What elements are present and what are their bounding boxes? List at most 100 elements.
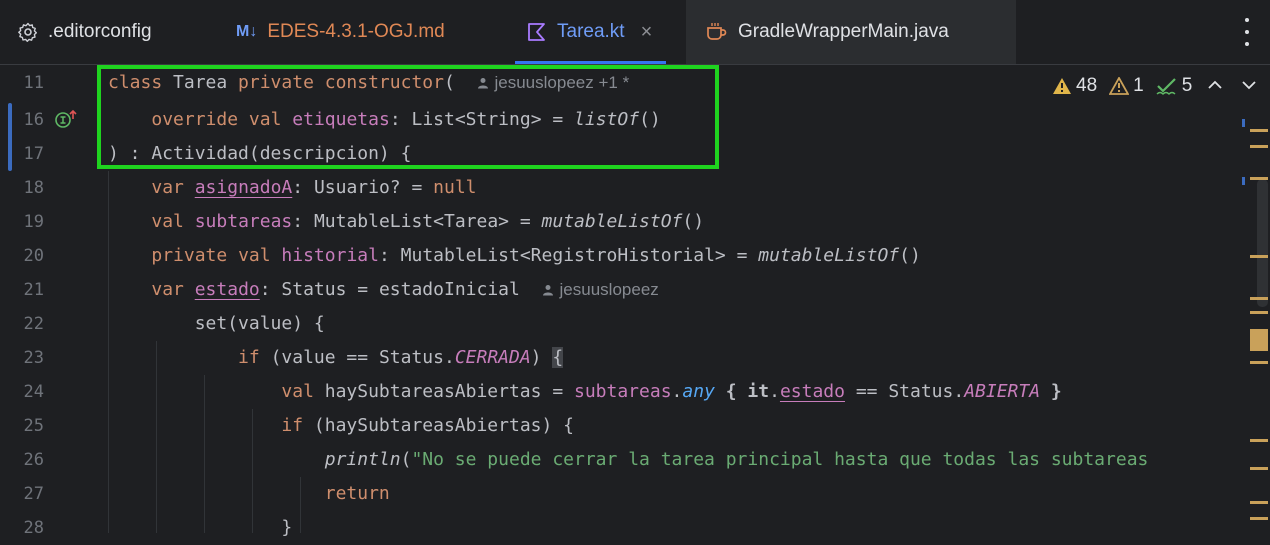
type-expr: : Usuario? = — [292, 177, 434, 198]
type-expr: : MutableList<Tarea> = — [292, 211, 542, 232]
warning-stripe-marker[interactable] — [1250, 361, 1268, 364]
chevron-up-icon[interactable] — [1208, 77, 1222, 95]
tab-label: GradleWrapperMain.java — [738, 21, 949, 42]
property-name: estado — [779, 381, 845, 402]
weak-warning-icon — [1109, 77, 1130, 95]
typo-count: 5 — [1181, 75, 1193, 96]
warning-stripe-marker[interactable] — [1250, 467, 1268, 470]
warning-stripe-marker[interactable] — [1250, 129, 1268, 132]
line-number: 19 — [23, 212, 44, 232]
keyword: var — [151, 177, 184, 198]
code-line-19: val subtareas: MutableList<Tarea> = muta… — [108, 205, 704, 239]
editor-tab-bar: .editorconfig M↓ EDES-4.3.1-OGJ.md Tarea… — [0, 0, 1270, 65]
line-number: 20 — [23, 246, 44, 266]
property-name: asignadoA — [194, 177, 293, 198]
matched-brace: { — [552, 347, 564, 368]
check-spelling-icon — [1156, 78, 1176, 95]
property-name: historial — [281, 245, 379, 266]
line-number: 21 — [23, 280, 44, 300]
code-text: == Status. — [844, 381, 965, 402]
code-line-28: } — [108, 511, 292, 545]
tab-label: EDES-4.3.1-OGJ.md — [267, 21, 445, 42]
code-text: (haySubtareasAbiertas) { — [303, 415, 575, 436]
line-number: 22 — [23, 314, 44, 334]
function-call: any — [682, 381, 715, 402]
code-text: haySubtareasAbiertas = — [313, 381, 574, 402]
close-icon[interactable]: × — [641, 21, 653, 44]
tab-markdown-file[interactable]: M↓ EDES-4.3.1-OGJ.md — [236, 0, 445, 64]
kotlin-file-icon — [527, 22, 547, 42]
line-number: 23 — [23, 348, 44, 368]
typo-indicator[interactable]: 5 — [1156, 75, 1193, 97]
code-editor[interactable]: 11 16 17 18 19 20 21 22 23 24 25 26 27 2… — [0, 65, 1270, 538]
warning-stripe-marker[interactable] — [1250, 177, 1268, 180]
warning-stripe-marker[interactable] — [1250, 311, 1268, 314]
more-options-icon[interactable] — [1244, 18, 1250, 46]
lambda-brace: { — [714, 381, 748, 402]
line-number: 26 — [23, 450, 44, 470]
string-literal: "No se puede cerrar la tarea principal h… — [411, 449, 1149, 470]
property-name: subtareas — [194, 211, 293, 232]
vertical-scrollbar[interactable] — [1257, 179, 1268, 307]
it-keyword: it — [747, 381, 770, 402]
code-text: set(value) { — [194, 313, 325, 334]
code-text: } — [281, 517, 293, 538]
weak-warnings-count: 1 — [1133, 75, 1144, 96]
weak-warnings-indicator[interactable]: 1 — [1109, 75, 1144, 97]
keyword: if — [238, 347, 260, 368]
line-number: 18 — [23, 178, 44, 198]
property-name: estado — [194, 279, 260, 300]
warning-stripe-marker[interactable] — [1250, 255, 1268, 258]
lambda-brace: } — [1040, 381, 1062, 402]
vcs-change-marker[interactable] — [8, 103, 12, 171]
function-call: println — [324, 449, 401, 470]
keyword: return — [324, 483, 390, 504]
warning-stripe-marker[interactable] — [1250, 145, 1268, 148]
function-call: mutableListOf — [541, 211, 683, 232]
function-call: mutableListOf — [758, 245, 900, 266]
code-line-18: var asignadoA: Usuario? = null — [108, 171, 477, 205]
tab-label: Tarea.kt — [557, 21, 625, 42]
dot: . — [769, 381, 780, 402]
code-text: ) — [530, 347, 553, 368]
line-number: 27 — [23, 484, 44, 504]
annotation-highlight-box — [97, 65, 719, 169]
person-icon — [542, 285, 553, 296]
warnings-count: 48 — [1076, 75, 1098, 96]
code-line-26: println("No se puede cerrar la tarea pri… — [108, 443, 1149, 477]
warning-stripe-marker[interactable] — [1250, 329, 1268, 351]
author-inlay-hint[interactable]: jesuuslopeez — [542, 280, 659, 299]
line-number: 11 — [23, 73, 44, 93]
tab-tarea-kt[interactable]: Tarea.kt × — [514, 0, 667, 64]
warning-stripe-marker[interactable] — [1250, 517, 1268, 520]
code-line-23: if (value == Status.CERRADA) { — [108, 341, 564, 375]
keyword: val — [238, 245, 271, 266]
line-number: 16 — [23, 110, 44, 130]
tab-gradle-wrapper-java[interactable]: GradleWrapperMain.java — [686, 0, 1016, 64]
vcs-stripe-marker[interactable] — [1242, 177, 1245, 185]
gear-icon — [18, 22, 38, 42]
line-number: 24 — [23, 382, 44, 402]
type-expr: : MutableList<RegistroHistorial> = — [378, 245, 759, 266]
code-text: (value == Status. — [259, 347, 455, 368]
enum-constant: CERRADA — [454, 347, 531, 368]
line-number: 17 — [23, 144, 44, 164]
inspection-widget[interactable]: 48 1 5 — [1040, 65, 1270, 107]
keyword: private — [151, 245, 228, 266]
keyword: null — [433, 177, 477, 198]
code-line-27: return — [108, 477, 390, 511]
warnings-indicator[interactable]: 48 — [1052, 75, 1097, 97]
code-line-25: if (haySubtareasAbiertas) { — [108, 409, 574, 443]
keyword: val — [281, 381, 314, 402]
paren: () — [682, 211, 705, 232]
keyword: if — [281, 415, 304, 436]
implements-gutter-icon[interactable] — [54, 109, 77, 131]
warning-stripe-marker[interactable] — [1250, 297, 1268, 300]
tab-editorconfig[interactable]: .editorconfig — [18, 0, 152, 64]
warning-stripe-marker[interactable] — [1250, 439, 1268, 442]
paren: ( — [400, 449, 412, 470]
chevron-down-icon[interactable] — [1242, 77, 1256, 95]
code-line-21: var estado: Status = estadoInicial jesuu… — [108, 273, 659, 307]
warning-stripe-marker[interactable] — [1250, 501, 1268, 504]
vcs-stripe-marker[interactable] — [1242, 119, 1245, 127]
